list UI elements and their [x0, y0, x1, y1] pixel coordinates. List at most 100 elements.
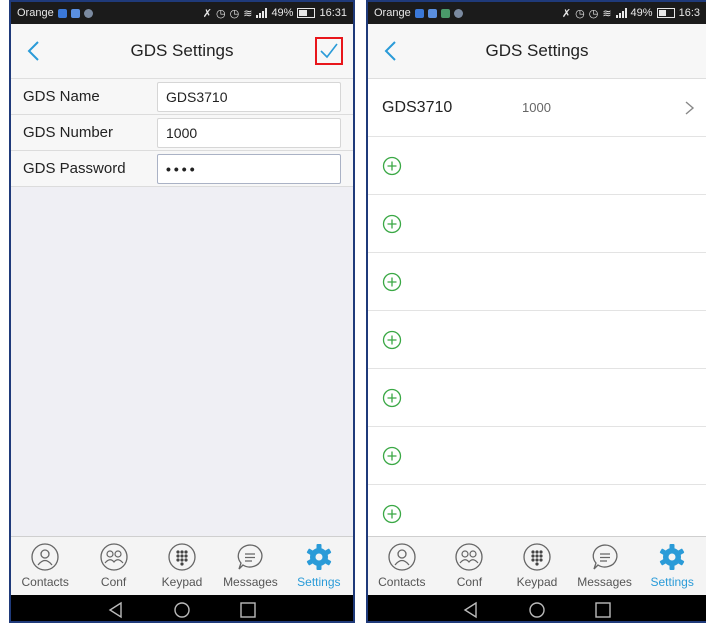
gds-name-label: GDS Name	[23, 88, 100, 105]
notification-icon	[453, 8, 463, 18]
messages-icon	[238, 544, 263, 570]
tab-label: Conf	[456, 575, 483, 589]
plus-circle-icon	[382, 330, 402, 349]
battery-percent: 49%	[271, 7, 294, 19]
tab-keypad[interactable]: Keypad	[148, 537, 216, 596]
notification-icon	[440, 8, 450, 18]
notification-icon	[414, 8, 424, 18]
tab-label: Keypad	[516, 575, 558, 589]
battery-icon	[297, 8, 316, 18]
bottom-tab-bar: Contacts Conf Keypad Messages Settings	[368, 536, 706, 596]
bluetooth-icon: ✗	[202, 7, 212, 20]
nav-back-icon[interactable]	[107, 601, 125, 619]
tab-settings[interactable]: Settings	[285, 537, 353, 596]
wifi-icon: ≋	[602, 7, 612, 20]
bottom-tab-bar: Contacts Conf Keypad Messages Settings	[11, 536, 353, 596]
gds-entry-row[interactable]: GDS3710 1000	[368, 79, 706, 137]
tab-conf[interactable]: Conf	[79, 537, 147, 596]
tab-label: Contacts	[378, 575, 426, 589]
carrier-label: Orange	[374, 7, 411, 19]
gds-entry-name: GDS3710	[382, 98, 453, 116]
tab-contacts[interactable]: Contacts	[11, 537, 79, 596]
clock: 16:3	[678, 7, 700, 19]
tab-label: Messages	[577, 575, 632, 589]
gds-password-input[interactable]: ••••	[157, 153, 341, 184]
conference-icon	[455, 543, 484, 571]
notification-icon	[83, 8, 93, 18]
add-gds-button[interactable]	[368, 253, 706, 311]
add-gds-button[interactable]	[368, 195, 706, 253]
bluetooth-icon: ✗	[561, 7, 572, 20]
tab-label: Contacts	[21, 575, 69, 589]
back-chevron-icon[interactable]	[21, 38, 47, 64]
add-gds-button[interactable]	[368, 311, 706, 369]
gds-number-label: GDS Number	[23, 124, 114, 141]
back-chevron-icon[interactable]	[378, 38, 404, 64]
system-nav-bar	[368, 595, 706, 621]
gds-password-row: GDS Password ••••	[11, 151, 353, 187]
contacts-icon	[31, 543, 59, 571]
messages-icon	[592, 544, 618, 570]
tab-label: Settings	[650, 575, 694, 589]
title-bar: GDS Settings	[11, 24, 353, 79]
gear-icon	[660, 544, 685, 570]
add-gds-button[interactable]	[368, 427, 706, 485]
plus-circle-icon	[382, 214, 402, 233]
page-title: GDS Settings	[485, 41, 589, 60]
plus-circle-icon	[382, 156, 402, 175]
system-nav-bar	[11, 595, 353, 621]
tab-label: Messages	[223, 575, 278, 589]
nav-recents-icon[interactable]	[239, 601, 257, 619]
battery-percent: 49%	[630, 7, 653, 19]
nav-home-icon[interactable]	[173, 601, 191, 619]
plus-circle-icon	[382, 446, 402, 465]
tab-conf[interactable]: Conf	[436, 537, 504, 596]
gds-list: GDS3710 1000	[368, 79, 706, 543]
nav-recents-icon[interactable]	[594, 601, 612, 619]
notification-icon	[70, 8, 80, 18]
conference-icon	[99, 543, 128, 571]
nav-back-icon[interactable]	[462, 601, 480, 619]
battery-icon	[656, 8, 675, 18]
save-button[interactable]	[315, 37, 343, 65]
tab-contacts[interactable]: Contacts	[368, 537, 436, 596]
alarm-icon: ◷	[575, 7, 585, 20]
tab-keypad[interactable]: Keypad	[503, 537, 571, 596]
status-bar: Orange ✗ ◷ ◷ ≋ 49% 16:31	[11, 2, 353, 24]
left-screen: Orange ✗ ◷ ◷ ≋ 49% 16:31 GDS Settings GD…	[9, 0, 355, 623]
plus-circle-icon	[382, 388, 402, 407]
signal-icon	[256, 8, 268, 18]
tab-label: Conf	[100, 575, 127, 589]
contacts-icon	[388, 543, 416, 571]
gds-password-label: GDS Password	[23, 160, 126, 177]
alarm-icon: ◷	[216, 7, 226, 20]
wifi-icon: ≋	[243, 7, 253, 20]
notification-icon	[57, 8, 67, 18]
gds-name-row: GDS Name GDS3710	[11, 79, 353, 115]
alarm-icon: ◷	[588, 7, 599, 20]
gear-icon	[306, 544, 331, 570]
add-gds-button[interactable]	[368, 369, 706, 427]
add-gds-button[interactable]	[368, 137, 706, 195]
gds-name-input[interactable]: GDS3710	[157, 81, 341, 112]
clock: 16:31	[319, 7, 347, 19]
nav-home-icon[interactable]	[528, 601, 546, 619]
tab-settings[interactable]: Settings	[638, 537, 706, 596]
tab-messages[interactable]: Messages	[571, 537, 639, 596]
gds-number-input[interactable]: 1000	[157, 117, 341, 148]
carrier-label: Orange	[17, 7, 54, 19]
tab-label: Keypad	[161, 575, 203, 589]
gds-number-row: GDS Number 1000	[11, 115, 353, 151]
plus-circle-icon	[382, 504, 402, 523]
checkmark-icon	[320, 43, 338, 59]
add-gds-button[interactable]	[368, 485, 706, 543]
notification-icon	[427, 8, 437, 18]
status-bar: Orange ✗ ◷ ◷ ≋ 49% 16:3	[368, 2, 706, 24]
alarm-icon: ◷	[229, 7, 240, 20]
signal-icon	[615, 8, 627, 18]
tab-messages[interactable]: Messages	[216, 537, 284, 596]
keypad-icon	[523, 543, 551, 571]
tab-label: Settings	[297, 575, 341, 589]
right-screen: Orange ✗ ◷ ◷ ≋ 49% 16:3 GDS Settings GDS…	[366, 0, 706, 623]
page-title: GDS Settings	[130, 41, 234, 60]
